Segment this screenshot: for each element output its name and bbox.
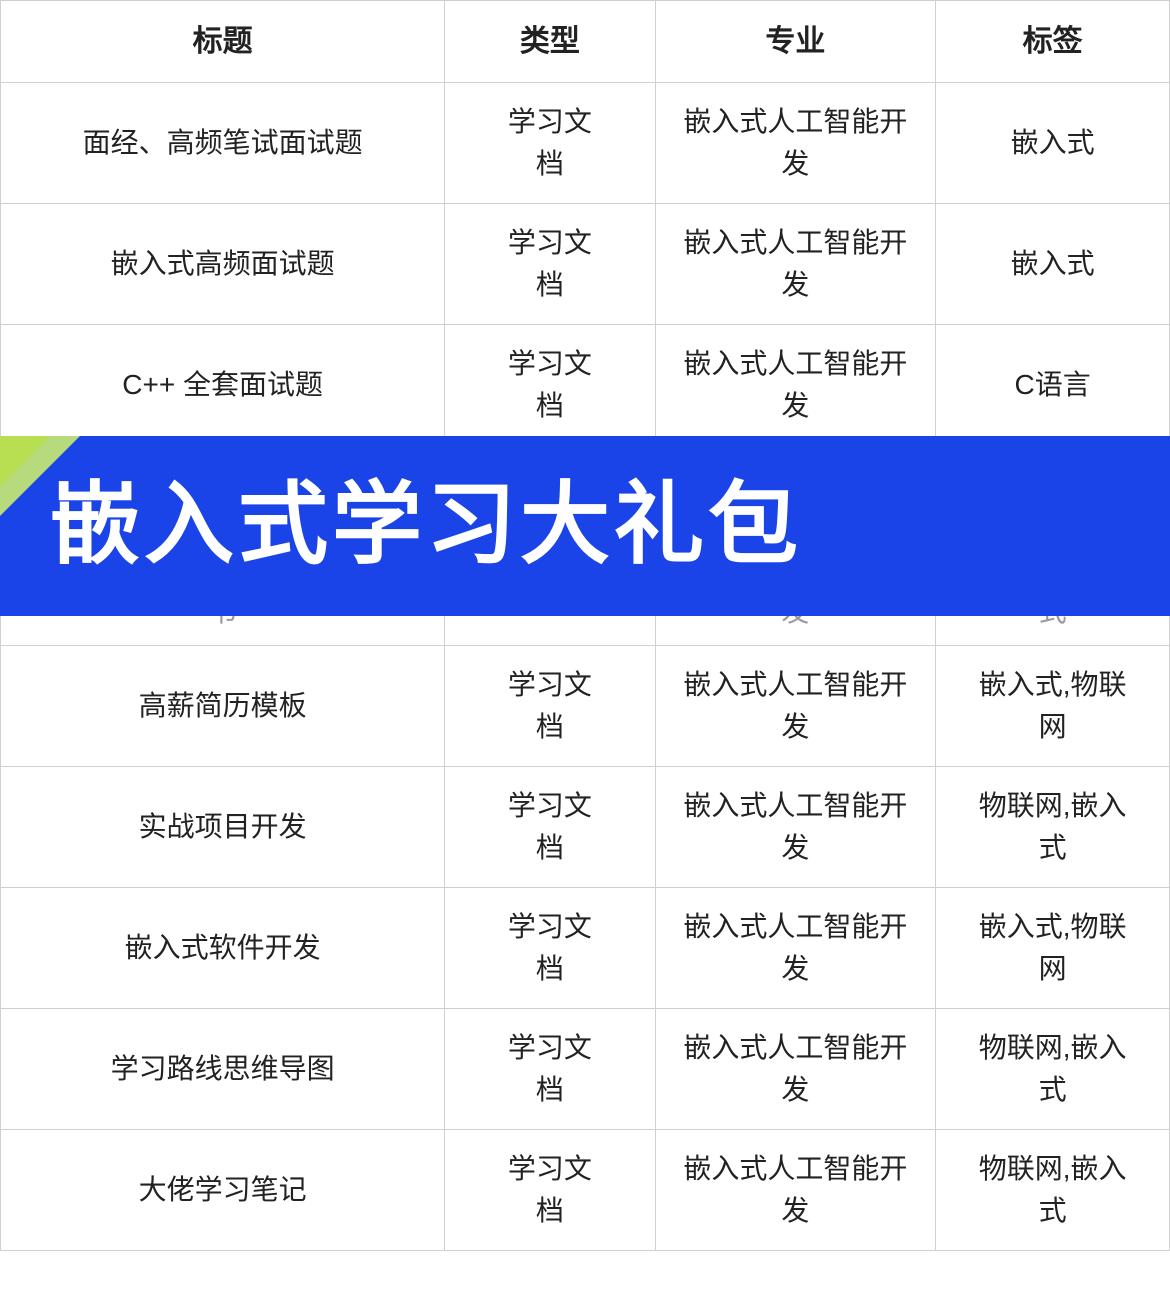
table-row: 嵌入式软件开发 学习文档 嵌入式人工智能开发 嵌入式,物联网 xyxy=(1,888,1170,1009)
row-type: 学习文档 xyxy=(445,767,655,888)
col-header-tag: 标签 xyxy=(936,1,1170,83)
row-title: 高薪简历模板 xyxy=(1,646,445,767)
row-title: 嵌入式软件开发 xyxy=(1,888,445,1009)
col-header-type: 类型 xyxy=(445,1,655,83)
col-header-title: 标题 xyxy=(1,1,445,83)
row-major: 嵌入式人工智能开发 xyxy=(655,1009,936,1130)
row-major: 嵌入式人工智能开发 xyxy=(655,204,936,325)
row-title: 学习路线思维导图 xyxy=(1,1009,445,1130)
row-title: C++ 全套面试题 xyxy=(1,325,445,446)
row-tag: C语言 xyxy=(936,325,1170,446)
main-table: 标题 类型 专业 标签 面经、高频笔试面试题 学习文档 嵌入式人工智能开发 嵌入… xyxy=(0,0,1170,1251)
col-header-major: 专业 xyxy=(655,1,936,83)
table-row: 学习路线思维导图 学习文档 嵌入式人工智能开发 物联网,嵌入式 xyxy=(1,1009,1170,1130)
table-row: 高薪简历模板 学习文档 嵌入式人工智能开发 嵌入式,物联网 xyxy=(1,646,1170,767)
row-type: 学习文档 xyxy=(445,1130,655,1251)
row-major: 嵌入式人工智能开发 xyxy=(655,888,936,1009)
row-tag: 嵌入式,物联网 xyxy=(936,888,1170,1009)
row-title: 实战项目开发 xyxy=(1,767,445,888)
row-title: 大佬学习笔记 xyxy=(1,1130,445,1251)
row-tag: 嵌入式 xyxy=(936,204,1170,325)
row-type: 学习文档 xyxy=(445,646,655,767)
table-row: 实战项目开发 学习文档 嵌入式人工智能开发 物联网,嵌入式 xyxy=(1,767,1170,888)
row-type: 学习文档 xyxy=(445,888,655,1009)
table-row: 嵌入式高频面试题 学习文档 嵌入式人工智能开发 嵌入式 xyxy=(1,204,1170,325)
row-type: 学习文档 xyxy=(445,325,655,446)
row-type: 学习文档 xyxy=(445,1009,655,1130)
row-tag: 物联网,嵌入式 xyxy=(936,1009,1170,1130)
row-tag: 物联网,嵌入式 xyxy=(936,1130,1170,1251)
row-major: 嵌入式人工智能开发 xyxy=(655,646,936,767)
row-tag: 嵌入式 xyxy=(936,83,1170,204)
row-title: 面经、高频笔试面试题 xyxy=(1,83,445,204)
table-row: 大佬学习笔记 学习文档 嵌入式人工智能开发 物联网,嵌入式 xyxy=(1,1130,1170,1251)
banner-text: 嵌入式学习大礼包 xyxy=(50,476,802,575)
table-container: 标题 类型 专业 标签 面经、高频笔试面试题 学习文档 嵌入式人工智能开发 嵌入… xyxy=(0,0,1170,1251)
banner-overlay: 嵌入式学习大礼包 xyxy=(0,436,1170,616)
table-row: C++ 全套面试题 学习文档 嵌入式人工智能开发 C语言 xyxy=(1,325,1170,446)
row-major: 嵌入式人工智能开发 xyxy=(655,83,936,204)
table-header-row: 标题 类型 专业 标签 xyxy=(1,1,1170,83)
row-title: 嵌入式高频面试题 xyxy=(1,204,445,325)
row-tag: 物联网,嵌入式 xyxy=(936,767,1170,888)
row-tag: 嵌入式,物联网 xyxy=(936,646,1170,767)
row-type: 学习文档 xyxy=(445,204,655,325)
row-major: 嵌入式人工智能开发 xyxy=(655,1130,936,1251)
row-type: 学习文档 xyxy=(445,83,655,204)
table-row: 面经、高频笔试面试题 学习文档 嵌入式人工智能开发 嵌入式 xyxy=(1,83,1170,204)
row-major: 嵌入式人工智能开发 xyxy=(655,767,936,888)
banner-corner-decoration xyxy=(0,436,80,516)
row-major: 嵌入式人工智能开发 xyxy=(655,325,936,446)
